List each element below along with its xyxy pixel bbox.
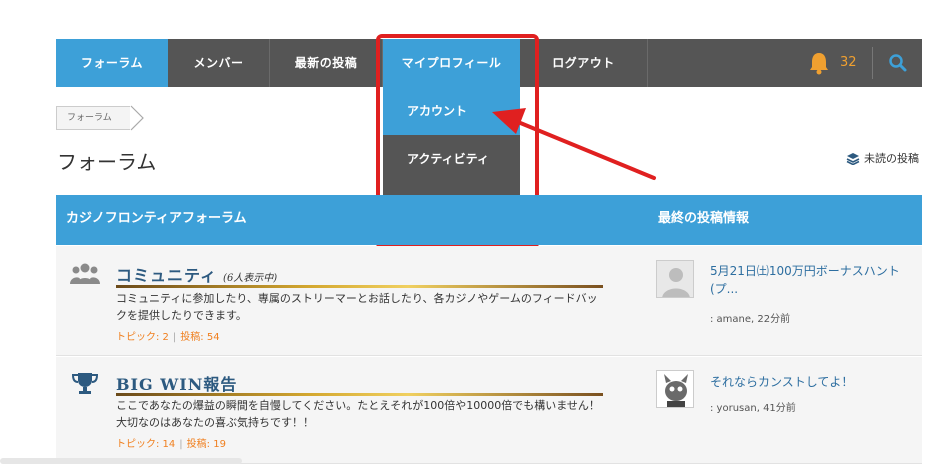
last-post-column-title: 最終の投稿情報 [658,211,750,226]
forum-list-header: カジノフロンティアフォーラム 最終の投稿情報 [56,195,922,245]
title-underline [116,393,603,396]
forum-stats: トピック: 2 | 投稿: 54 [116,328,220,343]
forum-description: コミュニティに参加したり、専属のストリーマーとお話したり、各カジノやゲームのフィ… [116,292,598,322]
page-title: フォーラム [57,150,157,174]
topic-count: トピック: 2 [116,332,169,343]
nav-item-logout[interactable]: ログアウト [520,39,648,87]
unread-posts-link[interactable]: 未読の投稿 [846,150,919,166]
forum-row-big-win: BIG WIN報告 ここであなたの爆益の瞬間を自慢してください。たとえそれが10… [56,357,922,464]
user-avatar-image [657,371,693,407]
post-count: 投稿: 19 [186,439,226,450]
last-post-meta: : amane, 22分前 [710,314,791,325]
topic-count: トピック: 14 [116,439,176,450]
unread-posts-label[interactable]: 未読の投稿 [864,150,919,166]
forum-stats: トピック: 14 | 投稿: 19 [116,435,226,450]
forum-section-title: カジノフロンティアフォーラム [66,211,247,226]
breadcrumb[interactable]: フォーラム [56,106,130,130]
chevron-right-icon [130,105,144,131]
forum-title-text[interactable]: コミュニティ [116,266,217,285]
last-post-meta: : yorusan, 41分前 [710,403,796,414]
layers-icon [846,152,860,165]
trophy-icon [71,373,99,394]
forum-row-community: コミュニティ (6人表示中) コミュニティに参加したり、専属のストリーマーとお話し… [56,246,922,356]
nav-item-members[interactable]: メンバー [168,39,270,87]
users-icon [70,263,100,284]
avatar[interactable] [656,260,694,298]
forum-title[interactable]: コミュニティ (6人表示中) [116,262,277,286]
default-avatar-icon [657,261,693,297]
horizontal-scrollbar[interactable] [0,458,242,464]
nav-item-forum[interactable]: フォーラム [56,39,168,87]
nav-item-latest-posts[interactable]: 最新の投稿 [270,39,383,87]
annotation-arrow [492,108,656,180]
bell-icon[interactable] [808,51,830,75]
forum-description: ここであなたの爆益の瞬間を自慢してください。たとえそれが100倍や10000倍で… [116,399,600,429]
forum-title[interactable]: BIG WIN報告 [116,371,237,395]
search-icon[interactable] [888,53,908,73]
title-underline [116,285,603,288]
avatar[interactable] [656,370,694,408]
breadcrumb-item[interactable]: フォーラム [67,113,112,123]
nav-divider [872,47,873,79]
last-post-link[interactable]: 5月21日㈯100万円ボーナスハント(プ... [710,262,910,298]
stats-separator: | [179,439,183,450]
viewer-count: (6人表示中) [223,273,278,284]
notification-count[interactable]: 32 [840,39,857,87]
stats-separator: | [172,332,177,343]
forum-title-text[interactable]: BIG WIN報告 [116,375,237,394]
post-count: 投稿: 54 [180,332,220,343]
last-post-link[interactable]: それならカンストしてよ！ [710,373,910,391]
